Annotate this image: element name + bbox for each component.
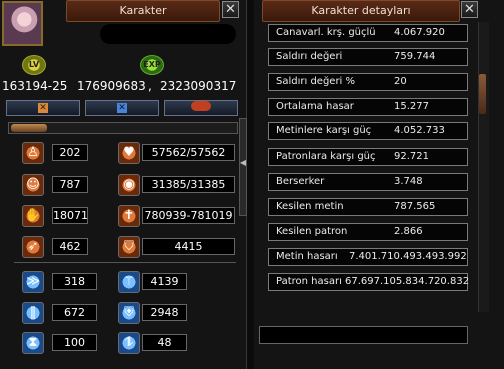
attack-icon: ✝ — [118, 205, 140, 227]
details-scrollbar[interactable] — [478, 22, 489, 312]
head-icon: ☺ — [22, 174, 44, 196]
intelligence-icon: ➶ — [22, 236, 44, 258]
detail-row: Kesilen patron 2.866 — [268, 223, 468, 241]
detail-label: Saldırı değeri % — [276, 76, 356, 87]
detail-value: 3.748 — [394, 176, 423, 187]
attack-speed-value: 672 — [52, 304, 97, 321]
attack-value: 780939-781019 — [142, 207, 235, 224]
exp-total: 2323090317 — [160, 79, 237, 93]
details-window-title: Karakter detayları — [262, 0, 460, 22]
strength-icon: ♙ — [22, 142, 44, 164]
detail-label: Metinlere karşı güç — [276, 125, 372, 136]
mp-value: 31385/31385 — [142, 176, 235, 193]
crossed-swords-icon: ✕ — [38, 103, 48, 113]
heart-icon: ♥ — [118, 142, 140, 164]
vitality-value: 787 — [52, 176, 88, 193]
magic-attack-value: 4139 — [142, 273, 187, 290]
detail-value: 7.401.710.493.493.992 — [349, 251, 467, 262]
collapse-handle[interactable] — [239, 118, 247, 216]
detail-label: Kesilen patron — [276, 226, 348, 237]
hp-value: 57562/57562 — [142, 144, 235, 161]
exp-badge-icon: EXP — [140, 55, 164, 75]
level-badge-icon: LV — [22, 55, 46, 75]
move-speed-value: 318 — [52, 273, 97, 290]
mana-icon: ◉ — [118, 174, 140, 196]
detail-label: Canavarl. krş. güçlü — [276, 27, 376, 38]
cast-speed-value: 100 — [52, 334, 97, 351]
character-name-field — [100, 24, 236, 44]
exp-separator: , — [148, 79, 152, 93]
magic-attack-icon: ⚚ — [118, 271, 140, 293]
detail-value: 92.721 — [394, 151, 429, 162]
exp-current: 176909683 — [77, 79, 146, 93]
stat-slider[interactable] — [8, 122, 238, 134]
intelligence-value: 462 — [52, 238, 88, 255]
detail-row: Canavarl. krş. güçlü 4.067.920 — [268, 24, 468, 42]
dexterity-icon: ✋ — [22, 205, 44, 227]
detail-label: Patronlara karşı güç — [276, 151, 376, 162]
detail-row: Patronlara karşı güç 92.721 — [268, 148, 468, 166]
evasion-icon: ⥮ — [118, 332, 140, 354]
tab-combat[interactable]: ✕ — [6, 100, 80, 116]
dexterity-value: 18071 — [52, 207, 88, 224]
defense-icon: ⛉ — [118, 236, 140, 258]
move-speed-icon: ≫ — [22, 271, 44, 293]
magic-defense-value: 2948 — [142, 304, 187, 321]
detail-label: Berserker — [276, 176, 325, 187]
level-value: 163194-25 — [2, 79, 68, 93]
evasion-value: 48 — [142, 334, 187, 351]
red-gem-icon — [191, 101, 211, 111]
details-footer-field — [259, 326, 468, 344]
strength-value: 202 — [52, 144, 88, 161]
detail-value: 67.697.105.834.720.832 — [345, 276, 470, 287]
detail-row: Kesilen metin 787.565 — [268, 198, 468, 216]
defense-value: 4415 — [142, 238, 235, 255]
detail-row: Metin hasarı 7.401.710.493.493.992 — [268, 248, 468, 266]
detail-label: Ortalama hasar — [276, 101, 354, 112]
detail-value: 20 — [394, 76, 407, 87]
close-button[interactable]: ✕ — [222, 1, 239, 18]
tab-emotions[interactable] — [164, 100, 238, 116]
detail-row: Saldırı değeri 759.744 — [268, 48, 468, 66]
detail-row: Metinlere karşı güç 4.052.733 — [268, 122, 468, 140]
detail-value: 787.565 — [394, 201, 436, 212]
detail-row: Patron hasarı 67.697.105.834.720.832 — [268, 273, 470, 291]
detail-value: 15.277 — [394, 101, 429, 112]
slider-handle[interactable] — [11, 124, 47, 132]
tab-skills[interactable]: ✕ — [85, 100, 159, 116]
section-divider — [14, 262, 236, 263]
details-close-button[interactable]: ✕ — [461, 1, 478, 18]
detail-value: 759.744 — [394, 51, 436, 62]
attack-speed-icon: ‖ — [22, 302, 44, 324]
magic-defense-icon: ⛨ — [118, 302, 140, 324]
detail-row: Ortalama hasar 15.277 — [268, 98, 468, 116]
detail-value: 4.067.920 — [394, 27, 445, 38]
detail-row: Berserker 3.748 — [268, 173, 468, 191]
detail-label: Saldırı değeri — [276, 51, 343, 62]
detail-value: 2.866 — [394, 226, 423, 237]
detail-label: Patron hasarı — [276, 276, 342, 287]
character-portrait — [2, 1, 43, 46]
cast-speed-icon: ⧗ — [22, 332, 44, 354]
details-scrollbar-thumb[interactable] — [479, 74, 486, 114]
detail-value: 4.052.733 — [394, 125, 445, 136]
detail-label: Kesilen metin — [276, 201, 344, 212]
blue-cross-icon: ✕ — [117, 103, 127, 113]
window-title: Karakter — [66, 0, 220, 22]
detail-row: Saldırı değeri % 20 — [268, 73, 468, 91]
detail-label: Metin hasarı — [276, 251, 338, 262]
collapse-arrow-icon[interactable]: ◀ — [239, 158, 247, 167]
character-window: Karakter ✕ LV EXP 163194-25 176909683 , … — [0, 0, 247, 369]
